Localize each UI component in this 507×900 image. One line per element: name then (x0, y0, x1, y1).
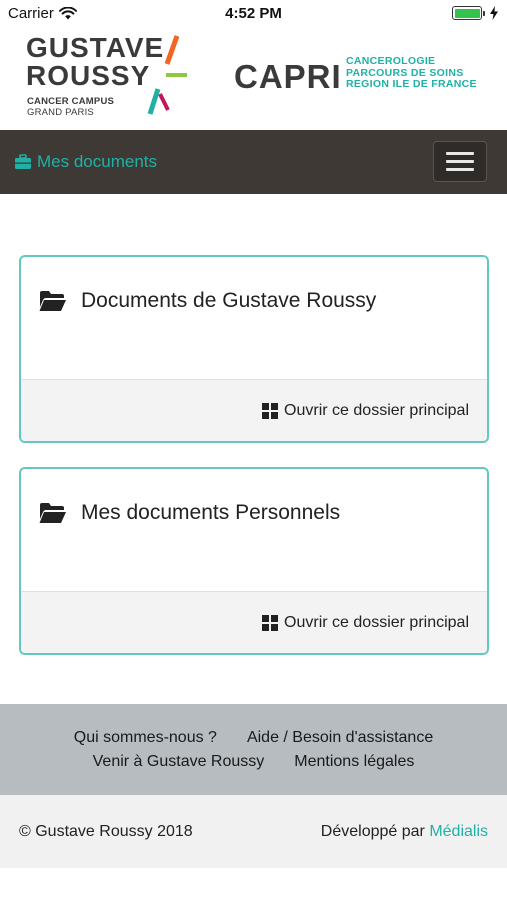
footer-links: Qui sommes-nous ? Aide / Besoin d'assist… (0, 704, 507, 795)
capri-tagline: CANCEROLOGIE PARCOURS DE SOINS REGION IL… (346, 55, 477, 91)
folder-open-icon (39, 503, 66, 523)
footer-link-about[interactable]: Qui sommes-nous ? (74, 729, 217, 747)
footer-links-row: Venir à Gustave Roussy Mentions légales (0, 753, 507, 771)
developer-link[interactable]: Médialis (429, 823, 488, 840)
brand-header: GUSTAVE ROUSSY CANCER CAMPUS GRAND PARIS… (0, 28, 507, 130)
navbar: Mes documents (0, 130, 507, 194)
open-folder-button[interactable]: Ouvrir ce dossier principal (21, 591, 487, 653)
charging-bolt-icon (490, 6, 498, 20)
status-indicators (452, 6, 499, 20)
logo-mark-icon (147, 35, 187, 115)
nav-brand-label: Mes documents (37, 152, 157, 171)
hamburger-menu-button[interactable] (433, 141, 487, 182)
developed-by-label: Développé par (320, 823, 425, 840)
card-title-text: Documents de Gustave Roussy (81, 289, 377, 312)
nav-brand-link[interactable]: Mes documents (14, 152, 157, 172)
open-folder-label: Ouvrir ce dossier principal (284, 613, 469, 631)
battery-level (454, 8, 480, 18)
footer-links-row: Qui sommes-nous ? Aide / Besoin d'assist… (0, 729, 507, 747)
card-title: Documents de Gustave Roussy (39, 289, 376, 313)
card-body: Documents de Gustave Roussy (21, 257, 487, 381)
copyright: © Gustave Roussy 2018 (19, 823, 193, 840)
card-body: Mes documents Personnels (21, 469, 487, 593)
footer-bottom: © Gustave Roussy 2018 Développé par Médi… (0, 795, 507, 868)
capri-tagline-1: CANCEROLOGIE (346, 55, 436, 67)
logo-subtitle-2: GRAND PARIS (27, 107, 94, 118)
capri-tagline-3: REGION ILE DE FRANCE (346, 78, 477, 90)
briefcase-icon (15, 154, 31, 169)
status-time: 4:52 PM (225, 5, 282, 22)
status-bar: Carrier 4:52 PM (0, 0, 507, 28)
developer-credit: Développé par Médialis (321, 823, 488, 841)
grid-icon (262, 614, 279, 631)
folder-card-personal: Mes documents Personnels Ouvrir ce dossi… (19, 467, 489, 655)
battery-icon (452, 6, 485, 20)
folder-card-gustave-roussy: Documents de Gustave Roussy Ouvrir ce do… (19, 255, 489, 443)
card-title: Mes documents Personnels (39, 501, 340, 525)
grid-icon (262, 402, 279, 419)
open-folder-button[interactable]: Ouvrir ce dossier principal (21, 379, 487, 441)
folder-open-icon (39, 291, 66, 311)
footer-link-help[interactable]: Aide / Besoin d'assistance (247, 729, 433, 747)
gustave-roussy-logo[interactable]: GUSTAVE ROUSSY CANCER CAMPUS GRAND PARIS (26, 34, 196, 124)
card-title-text: Mes documents Personnels (81, 501, 341, 524)
footer-link-directions[interactable]: Venir à Gustave Roussy (93, 753, 265, 771)
hamburger-icon (446, 152, 474, 155)
capri-title: CAPRI (234, 58, 342, 95)
footer-link-legal[interactable]: Mentions légales (294, 753, 414, 771)
logo-subtitle-1: CANCER CAMPUS (27, 96, 115, 107)
open-folder-label: Ouvrir ce dossier principal (284, 401, 469, 419)
